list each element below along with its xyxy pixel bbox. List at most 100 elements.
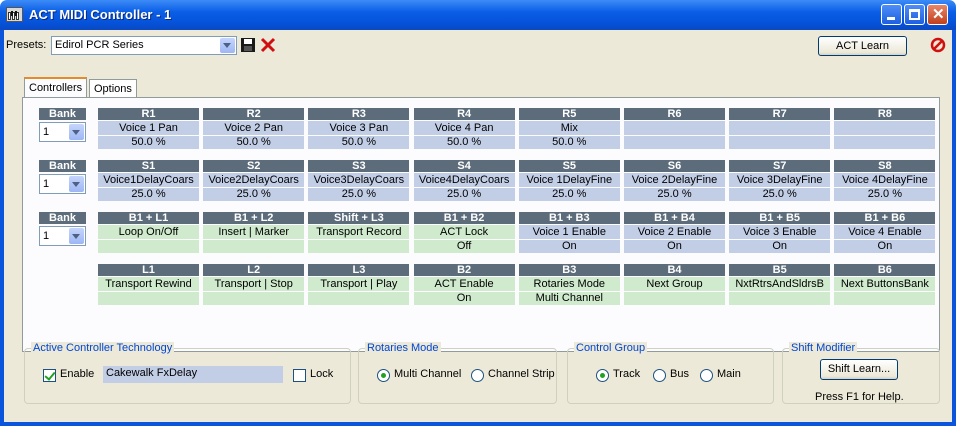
controller-cell[interactable]: R6	[624, 108, 725, 149]
delete-preset-button[interactable]	[260, 37, 276, 53]
bus-radio[interactable]	[653, 369, 666, 382]
control-group-title: Control Group	[574, 342, 648, 354]
track-label: Track	[613, 368, 641, 380]
controller-cell[interactable]: S8 Voice 4DelayFine 25.0 %	[834, 160, 936, 201]
controller-name: Voice 1 Pan	[98, 121, 199, 135]
lock-checkbox[interactable]	[293, 369, 306, 382]
controller-cell[interactable]: B1 + B2 ACT Lock Off	[413, 212, 515, 253]
controller-cell[interactable]: B2 ACT Enable On	[413, 264, 515, 305]
controller-cell[interactable]: S6 Voice 2DelayFine 25.0 %	[624, 160, 725, 201]
controller-cell[interactable]: R3 Voice 3 Pan 50.0 %	[308, 108, 410, 149]
controller-name: Transport Record	[308, 225, 410, 239]
shift-learn-button[interactable]: Shift Learn...	[820, 359, 898, 380]
channel-strip-radio[interactable]	[471, 369, 484, 382]
controller-value	[98, 292, 199, 305]
controller-name: Voice 4 Pan	[413, 121, 515, 135]
rotaries-mode-group: Rotaries Mode Multi Channel Channel Stri…	[358, 342, 557, 404]
main-radio[interactable]	[700, 369, 713, 382]
plugin-name-field: Cakewalk FxDelay	[103, 366, 283, 383]
controller-cell[interactable]: B1 + B5 Voice 3 Enable On	[729, 212, 831, 253]
controller-name: Voice 1 Enable	[518, 225, 620, 239]
chevron-down-icon[interactable]	[220, 38, 235, 53]
track-radio[interactable]	[596, 369, 609, 382]
controller-cell[interactable]: B1 + B6 Voice 4 Enable On	[834, 212, 936, 253]
shift-modifier-group: Shift Modifier Shift Learn... Press F1 f…	[782, 342, 940, 404]
chevron-down-icon[interactable]	[69, 124, 84, 140]
controller-cell[interactable]: L2 Transport | Stop	[203, 264, 305, 305]
controller-cell[interactable]: R7	[729, 108, 831, 149]
controller-name: Transport | Play	[308, 277, 410, 291]
controller-cell[interactable]: B1 + B3 Voice 1 Enable On	[518, 212, 620, 253]
controller-cell[interactable]: S5 Voice 1DelayFine 25.0 %	[518, 160, 620, 201]
minimize-button[interactable]	[881, 4, 902, 25]
controller-cell[interactable]: R4 Voice 4 Pan 50.0 %	[413, 108, 515, 149]
controller-cell[interactable]: B6 Next ButtonsBank	[834, 264, 936, 305]
controller-cell[interactable]: B4 Next Group	[624, 264, 725, 305]
controller-cell[interactable]: S1 Voice1DelayCoars 25.0 %	[98, 160, 199, 201]
controller-cell[interactable]: R1 Voice 1 Pan 50.0 %	[98, 108, 199, 149]
controller-cell[interactable]: R5 Mix 50.0 %	[518, 108, 620, 149]
bank-dropdown[interactable]: 1	[39, 122, 86, 142]
controller-header: S6	[624, 160, 725, 172]
maximize-button[interactable]	[904, 4, 925, 25]
close-button[interactable]: ✕	[927, 4, 948, 25]
controller-value: 50.0 %	[203, 136, 305, 149]
bank-dropdown[interactable]: 1	[39, 174, 86, 194]
bank-value: 1	[43, 230, 50, 242]
multi-channel-radio[interactable]	[377, 369, 390, 382]
controller-name	[729, 121, 831, 135]
controller-name: Voice3DelayCoars	[308, 173, 410, 187]
controller-name: Voice 4DelayFine	[834, 173, 936, 187]
controller-cell[interactable]: Shift + L3 Transport Record	[308, 212, 410, 253]
controller-header: B6	[834, 264, 936, 276]
controllers-panel: Bank 1 R1 Voice 1 Pan 50.0 % R2 Voice 2 Pan 50.…	[22, 97, 940, 352]
midi-keyboard-icon	[6, 7, 23, 22]
controller-cell[interactable]: L3 Transport | Play	[308, 264, 410, 305]
title-bar[interactable]: ACT MIDI Controller - 1 ✕	[0, 0, 956, 30]
tab-options[interactable]: Options	[89, 79, 137, 99]
controller-header: L1	[98, 264, 199, 276]
chevron-down-icon[interactable]	[69, 176, 84, 192]
controller-cell[interactable]: S3 Voice3DelayCoars 25.0 %	[308, 160, 410, 201]
controller-cell[interactable]: B1 + L2 Insert | Marker	[203, 212, 305, 253]
controller-value	[624, 136, 725, 149]
bus-label: Bus	[670, 368, 689, 380]
disable-button[interactable]	[930, 37, 946, 53]
controller-cell[interactable]: S7 Voice 3DelayFine 25.0 %	[729, 160, 831, 201]
act-learn-button[interactable]: ACT Learn	[818, 36, 907, 56]
controller-value: On	[413, 292, 515, 305]
controller-header: R5	[518, 108, 620, 120]
window-title: ACT MIDI Controller - 1	[29, 7, 172, 22]
bank-header: Bank	[39, 160, 86, 172]
controller-header: B1 + B3	[518, 212, 620, 224]
controller-value: 25.0 %	[624, 188, 725, 201]
controller-value: 25.0 %	[729, 188, 831, 201]
controller-header: L3	[308, 264, 410, 276]
controller-cell[interactable]: B5 NxtRtrsAndSldrsB	[729, 264, 831, 305]
channel-strip-label: Channel Strip	[488, 368, 555, 380]
tab-controllers[interactable]: Controllers	[24, 77, 88, 99]
save-preset-button[interactable]	[240, 37, 256, 53]
bank-dropdown[interactable]: 1	[39, 226, 86, 246]
controller-cell[interactable]: S4 Voice4DelayCoars 25.0 %	[413, 160, 515, 201]
controller-header: S5	[518, 160, 620, 172]
controller-cell[interactable]: R8	[834, 108, 936, 149]
controller-value: On	[834, 240, 936, 253]
controller-cell[interactable]: B3 Rotaries Mode Multi Channel	[518, 264, 620, 305]
main-label: Main	[717, 368, 741, 380]
controller-name: Voice 2 Pan	[203, 121, 305, 135]
controller-name: Transport | Stop	[203, 277, 305, 291]
controller-value	[308, 240, 410, 253]
controller-cell[interactable]: B1 + B4 Voice 2 Enable On	[624, 212, 725, 253]
controller-cell[interactable]: S2 Voice2DelayCoars 25.0 %	[203, 160, 305, 201]
presets-dropdown[interactable]: Edirol PCR Series	[51, 36, 237, 55]
controller-cell[interactable]: L1 Transport Rewind	[98, 264, 199, 305]
controller-value: On	[729, 240, 831, 253]
controller-cell[interactable]: R2 Voice 2 Pan 50.0 %	[203, 108, 305, 149]
controller-cell[interactable]: B1 + L1 Loop On/Off	[98, 212, 199, 253]
bank-value: 1	[43, 178, 50, 190]
chevron-down-icon[interactable]	[69, 228, 84, 244]
control-group-group: Control Group Track Bus Main	[567, 342, 774, 404]
enable-checkbox[interactable]	[43, 369, 56, 382]
controller-value: 25.0 %	[518, 188, 620, 201]
